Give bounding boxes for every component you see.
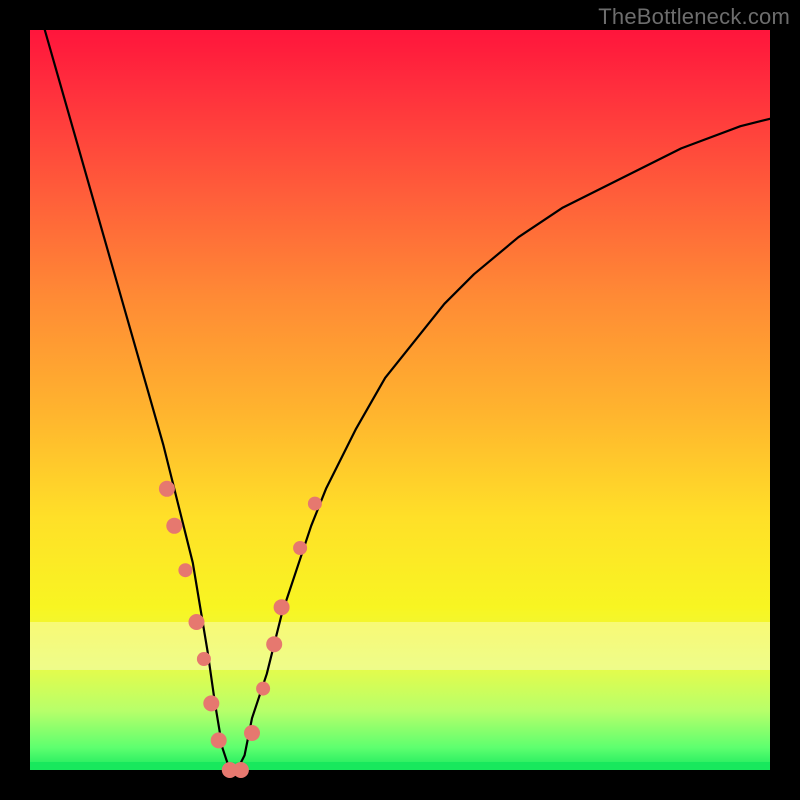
curve-marker xyxy=(166,518,182,534)
green-baseline xyxy=(30,762,770,770)
haze-band xyxy=(30,622,770,670)
curve-marker xyxy=(211,732,227,748)
curve-marker xyxy=(159,481,175,497)
curve-marker xyxy=(244,725,260,741)
curve-marker xyxy=(256,682,270,696)
curve-marker xyxy=(197,652,211,666)
curve-marker xyxy=(233,762,249,778)
curve-marker xyxy=(203,695,219,711)
curve-marker xyxy=(274,599,290,615)
chart-frame xyxy=(30,30,770,770)
watermark-text: TheBottleneck.com xyxy=(598,4,790,30)
curve-marker xyxy=(308,497,322,511)
curve-marker xyxy=(189,614,205,630)
bottleneck-plot xyxy=(30,30,770,770)
curve-marker xyxy=(178,563,192,577)
curve-marker xyxy=(266,636,282,652)
curve-marker xyxy=(293,541,307,555)
